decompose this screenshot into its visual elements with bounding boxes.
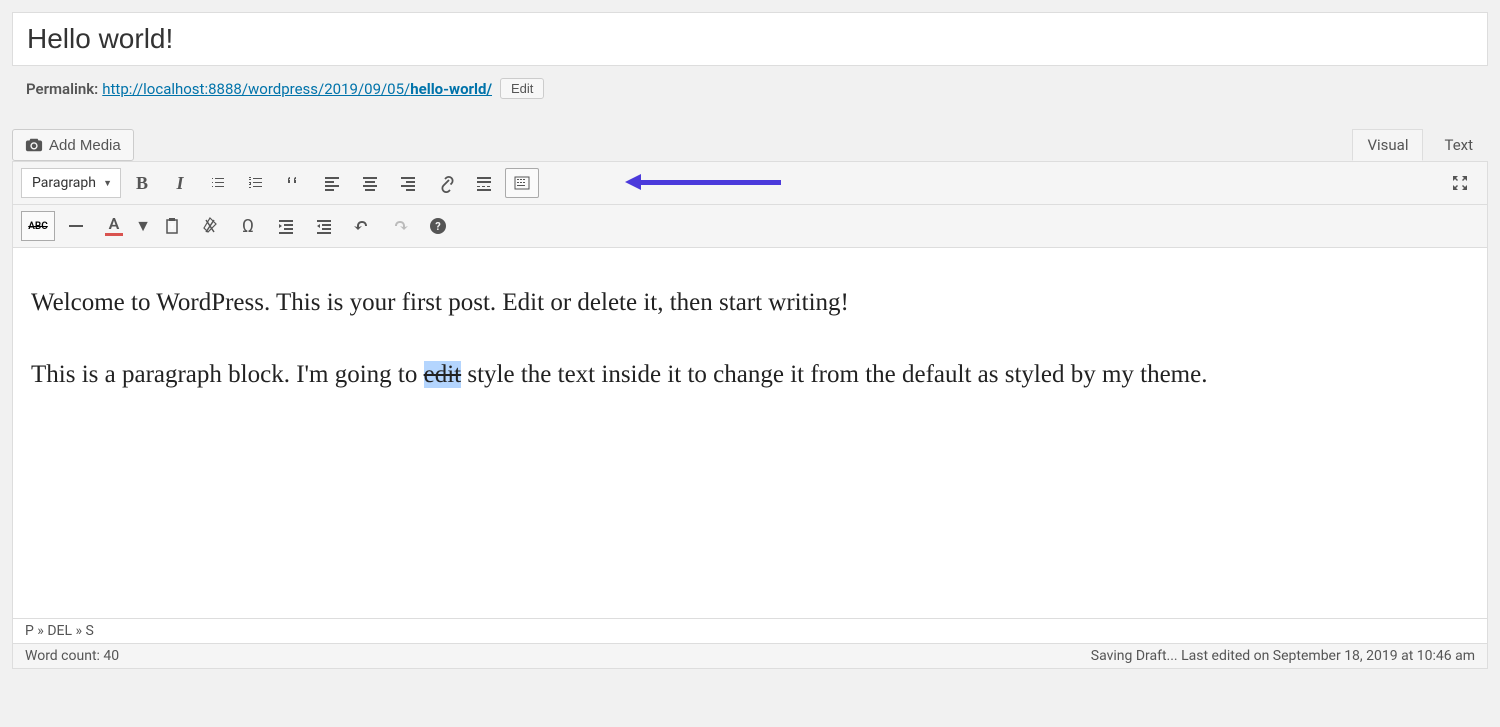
edit-permalink-button[interactable]: Edit — [500, 78, 544, 99]
text-color-button[interactable]: A — [97, 211, 131, 241]
add-media-label: Add Media — [49, 137, 121, 154]
word-count: Word count: 40 — [25, 648, 119, 664]
title-container — [12, 12, 1488, 66]
camera-icon — [25, 136, 43, 154]
fullscreen-button[interactable] — [1443, 168, 1477, 198]
format-dropdown[interactable]: Paragraph — [21, 168, 121, 198]
outdent-button[interactable] — [269, 211, 303, 241]
bullet-list-button[interactable] — [201, 168, 235, 198]
svg-text:?: ? — [435, 220, 441, 233]
link-button[interactable] — [429, 168, 463, 198]
editor-container: Paragraph B I ABC A — [12, 161, 1488, 669]
toolbar-row-1: Paragraph B I — [13, 162, 1487, 205]
paragraph-2[interactable]: This is a paragraph block. I'm going to … — [31, 356, 1469, 394]
text-color-letter: A — [109, 216, 120, 232]
toolbar-toggle-button[interactable] — [505, 168, 539, 198]
permalink-base: http://localhost:8888/wordpress/2019/09/… — [102, 80, 410, 98]
tab-visual[interactable]: Visual — [1352, 129, 1423, 161]
status-bar: Word count: 40 Saving Draft... Last edit… — [13, 643, 1487, 668]
align-left-button[interactable] — [315, 168, 349, 198]
permalink-row: Permalink: http://localhost:8888/wordpre… — [12, 74, 1488, 111]
post-title-input[interactable] — [27, 23, 1473, 55]
text-color-dropdown[interactable]: ▼ — [135, 211, 151, 241]
permalink-label: Permalink: — [26, 80, 98, 98]
p2-strike-selected: edit — [424, 361, 462, 388]
permalink-link[interactable]: http://localhost:8888/wordpress/2019/09/… — [102, 80, 492, 98]
p2-before: This is a paragraph block. I'm going to — [31, 361, 424, 388]
indent-button[interactable] — [307, 211, 341, 241]
bold-button[interactable]: B — [125, 168, 159, 198]
redo-button[interactable] — [383, 211, 417, 241]
paste-text-button[interactable]: T — [155, 211, 189, 241]
numbered-list-button[interactable] — [239, 168, 273, 198]
blockquote-button[interactable] — [277, 168, 311, 198]
element-path[interactable]: P » DEL » S — [13, 618, 1487, 643]
text-color-indicator — [105, 233, 123, 236]
paragraph-1[interactable]: Welcome to WordPress. This is your first… — [31, 284, 1469, 322]
tab-text[interactable]: Text — [1429, 129, 1488, 161]
align-right-button[interactable] — [391, 168, 425, 198]
add-media-button[interactable]: Add Media — [12, 129, 134, 161]
undo-button[interactable] — [345, 211, 379, 241]
italic-button[interactable]: I — [163, 168, 197, 198]
special-character-button[interactable]: Ω — [231, 211, 265, 241]
strikethrough-button[interactable]: ABC — [21, 211, 55, 241]
align-center-button[interactable] — [353, 168, 387, 198]
clear-formatting-button[interactable] — [193, 211, 227, 241]
svg-text:T: T — [170, 223, 175, 231]
annotation-arrow — [625, 174, 781, 190]
help-button[interactable]: ? — [421, 211, 455, 241]
save-status: Saving Draft... Last edited on September… — [1091, 648, 1475, 664]
read-more-button[interactable] — [467, 168, 501, 198]
permalink-slug: hello-world/ — [410, 80, 492, 98]
horizontal-rule-button[interactable] — [59, 211, 93, 241]
editor-content[interactable]: Welcome to WordPress. This is your first… — [13, 248, 1487, 618]
p2-after: style the text inside it to change it fr… — [461, 361, 1207, 388]
editor-tabs: Visual Text — [1352, 129, 1488, 161]
toolbar-row-2: ABC A ▼ T Ω ? — [13, 205, 1487, 248]
